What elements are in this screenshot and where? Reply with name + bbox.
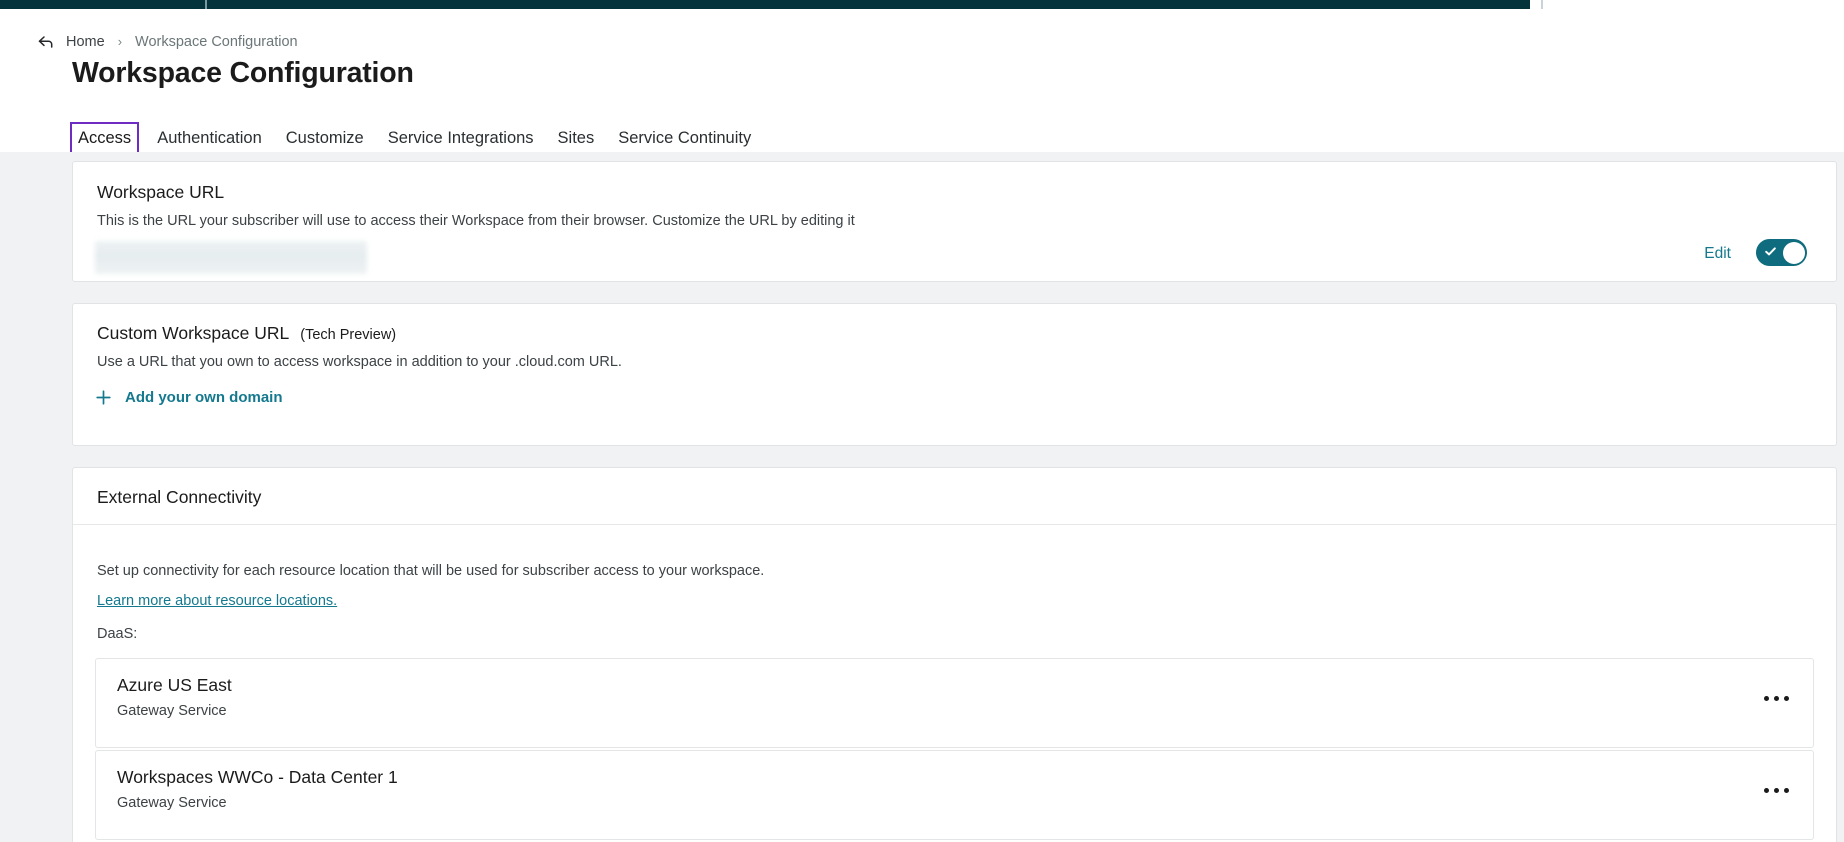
main-content: Workspace URL This is the URL your subsc… xyxy=(0,152,1844,842)
plus-icon xyxy=(94,388,113,407)
tech-preview-tag: (Tech Preview) xyxy=(300,327,397,343)
tab-access[interactable]: Access xyxy=(68,122,141,163)
add-your-own-domain-button[interactable]: Add your own domain xyxy=(94,388,283,407)
resource-location-service: Gateway Service xyxy=(117,795,227,811)
workspace-url-edit-link[interactable]: Edit xyxy=(1704,245,1731,263)
custom-workspace-url-heading: Custom Workspace URL (Tech Preview) xyxy=(97,323,396,344)
daas-group-label: DaaS: xyxy=(97,626,138,642)
breadcrumb-separator: › xyxy=(117,34,123,49)
resource-location-service: Gateway Service xyxy=(117,703,227,719)
dot xyxy=(1784,788,1789,793)
breadcrumb-home-link[interactable]: Home xyxy=(66,34,105,50)
workspace-url-toggle[interactable] xyxy=(1756,239,1807,266)
custom-workspace-url-card: Custom Workspace URL (Tech Preview) Use … xyxy=(72,303,1837,446)
back-arrow-icon[interactable] xyxy=(36,32,55,51)
more-options-icon[interactable] xyxy=(1760,782,1793,799)
resource-location-name: Azure US East xyxy=(117,675,232,695)
resource-location-row[interactable]: Azure US East Gateway Service xyxy=(95,658,1814,748)
workspace-url-description: This is the URL your subscriber will use… xyxy=(97,213,855,229)
vertical-scrollbar[interactable] xyxy=(1838,152,1844,842)
page-header: Home › Workspace Configuration Workspace… xyxy=(0,9,1844,163)
check-icon xyxy=(1764,245,1777,258)
external-connectivity-description: Set up connectivity for each resource lo… xyxy=(97,563,765,579)
breadcrumb: Home › Workspace Configuration xyxy=(36,32,298,51)
dot xyxy=(1764,696,1769,701)
page-title: Workspace Configuration xyxy=(72,57,414,89)
top-strip-divider-right xyxy=(1541,0,1543,9)
dot xyxy=(1774,696,1779,701)
dot xyxy=(1774,788,1779,793)
browser-top-strip xyxy=(0,0,1530,9)
learn-more-resource-locations-link[interactable]: Learn more about resource locations. xyxy=(97,593,337,609)
add-your-own-domain-label: Add your own domain xyxy=(125,389,283,406)
top-strip-divider xyxy=(205,0,207,9)
dot xyxy=(1764,788,1769,793)
breadcrumb-current: Workspace Configuration xyxy=(135,33,298,50)
resource-location-name: Workspaces WWCo - Data Center 1 xyxy=(117,767,398,787)
resource-location-row[interactable]: Workspaces WWCo - Data Center 1 Gateway … xyxy=(95,750,1814,840)
dot xyxy=(1784,696,1789,701)
external-connectivity-divider xyxy=(73,524,1836,525)
external-connectivity-card: External Connectivity Set up connectivit… xyxy=(72,467,1837,842)
toggle-knob xyxy=(1782,241,1805,264)
workspace-url-value-redacted xyxy=(95,241,367,274)
custom-workspace-url-description: Use a URL that you own to access workspa… xyxy=(97,354,622,370)
external-connectivity-title: External Connectivity xyxy=(97,487,262,507)
custom-workspace-url-title: Custom Workspace URL xyxy=(97,323,290,343)
workspace-url-card: Workspace URL This is the URL your subsc… xyxy=(72,161,1837,282)
more-options-icon[interactable] xyxy=(1760,690,1793,707)
workspace-url-title: Workspace URL xyxy=(97,182,225,202)
